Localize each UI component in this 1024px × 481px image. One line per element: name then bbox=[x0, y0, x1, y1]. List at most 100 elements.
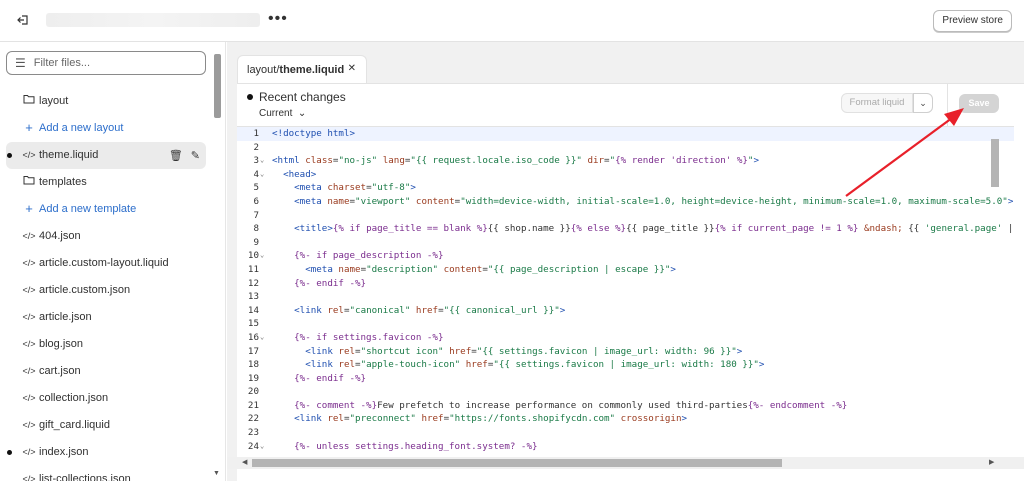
tree-item-label: layout bbox=[39, 95, 69, 107]
code-text: {%- endif -%} bbox=[294, 277, 367, 289]
line-number: 4 bbox=[253, 168, 259, 180]
save-button[interactable]: Save bbox=[959, 94, 999, 113]
code-line[interactable]: 21 {%- comment -%}Few prefetch to increa… bbox=[237, 399, 1014, 413]
sidebar-scrollbar-thumb[interactable] bbox=[214, 54, 221, 118]
exit-icon[interactable] bbox=[14, 11, 32, 29]
close-tab-icon[interactable]: ✕ bbox=[348, 63, 356, 74]
fold-chevron-icon[interactable]: ⌄ bbox=[260, 249, 264, 263]
code-file-icon: </> bbox=[22, 150, 36, 160]
filter-files-input[interactable]: ☰ Filter files... bbox=[6, 51, 206, 75]
code-line[interactable]: 11 <meta name="description" content="{{ … bbox=[237, 263, 1014, 277]
fold-chevron-icon[interactable]: ⌄ bbox=[260, 154, 264, 168]
code-line[interactable]: 13 bbox=[237, 290, 1014, 304]
code-line[interactable]: 5 <meta charset="utf-8"> bbox=[237, 181, 1014, 195]
line-number: 2 bbox=[253, 141, 259, 153]
editor-panel: Recent changes Current ⌄ Format liquid ⌄… bbox=[237, 83, 1024, 481]
fold-chevron-icon[interactable]: ⌄ bbox=[260, 440, 264, 454]
format-options-chevron-icon[interactable]: ⌄ bbox=[913, 93, 933, 113]
code-line[interactable]: 2 bbox=[237, 141, 1014, 155]
file-item[interactable]: </> gift_card.liquid bbox=[0, 412, 210, 439]
file-item[interactable]: </> blog.json bbox=[0, 331, 210, 358]
code-line[interactable]: 20 bbox=[237, 385, 1014, 399]
preview-store-button[interactable]: Preview store bbox=[933, 10, 1012, 32]
unsaved-dot-icon bbox=[247, 94, 253, 100]
code-line[interactable]: 17 <link rel="shortcut icon" href="{{ se… bbox=[237, 345, 1014, 359]
sidebar-scrollbar[interactable]: ▼ bbox=[213, 54, 221, 481]
file-item[interactable]: </> 404.json bbox=[0, 223, 210, 250]
line-number: 9 bbox=[253, 236, 259, 248]
version-select[interactable]: Current ⌄ bbox=[259, 108, 306, 119]
delete-icon[interactable]: 🗑 bbox=[169, 149, 183, 162]
file-item[interactable]: </> index.json bbox=[0, 439, 210, 466]
recent-changes: Recent changes bbox=[247, 90, 346, 104]
format-liquid-button[interactable]: Format liquid bbox=[841, 93, 913, 113]
add-item-link[interactable]: + Add a new layout bbox=[0, 115, 210, 142]
code-line[interactable]: 14 <link rel="canonical" href="{{ canoni… bbox=[237, 304, 1014, 318]
code-line[interactable]: 8 <title>{% if page_title == blank %}{{ … bbox=[237, 222, 1014, 236]
scroll-left-icon[interactable]: ◀ bbox=[242, 458, 247, 466]
folder-item[interactable]: templates bbox=[0, 169, 210, 196]
file-item[interactable]: </> collection.json bbox=[0, 385, 210, 412]
editor-horizontal-scrollbar-thumb[interactable] bbox=[252, 459, 782, 467]
code-file-icon: </> bbox=[22, 339, 36, 349]
code-file-icon: </> bbox=[22, 231, 36, 241]
code-line[interactable]: 15 bbox=[237, 317, 1014, 331]
file-item[interactable]: </> article.custom.json bbox=[0, 277, 210, 304]
folder-item[interactable]: layout bbox=[0, 88, 210, 115]
top-bar: ••• Preview store bbox=[0, 0, 1024, 42]
code-line[interactable]: 18 <link rel="apple-touch-icon" href="{{… bbox=[237, 358, 1014, 372]
code-line[interactable]: 7 bbox=[237, 209, 1014, 223]
code-line[interactable]: 24 ⌄ {%- unless settings.heading_font.sys… bbox=[237, 440, 1014, 454]
add-item-link[interactable]: + Add a new template bbox=[0, 196, 210, 223]
code-text: {%- comment -%}Few prefetch to increase … bbox=[294, 399, 848, 411]
tab-theme-liquid[interactable]: layout/theme.liquid ✕ bbox=[237, 55, 367, 83]
code-line[interactable]: 16 ⌄ {%- if settings.favicon -%} bbox=[237, 331, 1014, 345]
code-line[interactable]: 4 ⌄ <head> bbox=[237, 168, 1014, 182]
file-tree: layout + Add a new layout </> theme.liquid 🗑 ✎… bbox=[0, 88, 210, 481]
tree-item-label: blog.json bbox=[39, 338, 84, 350]
modified-dot-icon bbox=[7, 450, 12, 455]
file-item[interactable]: </> article.custom-layout.liquid bbox=[0, 250, 210, 277]
fold-chevron-icon[interactable]: ⌄ bbox=[260, 331, 264, 345]
filter-icon: ☰ bbox=[15, 56, 26, 70]
code-line[interactable]: 1 <!doctype html> bbox=[237, 127, 1014, 141]
toolbar-divider bbox=[947, 84, 948, 126]
code-line[interactable]: 22 <link rel="preconnect" href="https://… bbox=[237, 412, 1014, 426]
fold-chevron-icon[interactable]: ⌄ bbox=[260, 168, 264, 182]
editor-horizontal-scrollbar[interactable]: ◀ ▶ bbox=[227, 457, 1024, 469]
rename-pencil-icon[interactable]: ✎ bbox=[191, 149, 200, 162]
more-actions-icon[interactable]: ••• bbox=[268, 10, 288, 28]
code-text: <meta name="description" content="{{ pag… bbox=[305, 263, 676, 275]
file-item[interactable]: </> cart.json bbox=[0, 358, 210, 385]
code-line[interactable]: 10 ⌄ {%- if page_description -%} bbox=[237, 249, 1014, 263]
tab-dir: layout/ bbox=[247, 63, 280, 76]
code-line[interactable]: 19 {%- endif -%} bbox=[237, 372, 1014, 386]
tree-item-label: gift_card.liquid bbox=[39, 419, 110, 431]
file-sidebar: ☰ Filter files... layout + Add a new layou… bbox=[0, 42, 226, 481]
code-line[interactable]: 3 ⌄ <html class="no-js" lang="{{ request.l… bbox=[237, 154, 1014, 168]
folder-icon bbox=[22, 94, 36, 107]
line-number: 11 bbox=[247, 263, 259, 275]
code-line[interactable]: 12 {%- endif -%} bbox=[237, 277, 1014, 291]
code-file-icon: </> bbox=[22, 447, 36, 457]
tab-file: theme.liquid bbox=[279, 63, 345, 76]
editor-vertical-scrollbar-thumb[interactable] bbox=[991, 139, 999, 187]
code-text: <link rel="preconnect" href="https://fon… bbox=[294, 413, 688, 425]
line-number: 18 bbox=[247, 359, 259, 371]
file-item[interactable]: </> theme.liquid 🗑 ✎ bbox=[6, 142, 206, 169]
code-text: <title>{% if page_title == blank %}{{ sh… bbox=[294, 223, 1014, 235]
file-item[interactable]: </> list-collections.json bbox=[0, 466, 210, 481]
code-line[interactable]: 9 bbox=[237, 236, 1014, 250]
tree-item-label: templates bbox=[39, 176, 87, 188]
editor-vertical-scrollbar[interactable] bbox=[990, 139, 1000, 479]
code-line[interactable]: 23 bbox=[237, 426, 1014, 440]
code-editor[interactable]: 1 <!doctype html> 2 3 ⌄ <html class="no-js" l… bbox=[237, 126, 1014, 466]
code-file-icon: </> bbox=[22, 285, 36, 295]
line-number: 14 bbox=[247, 304, 259, 316]
recent-changes-label: Recent changes bbox=[259, 90, 346, 104]
file-item[interactable]: </> article.json bbox=[0, 304, 210, 331]
scroll-down-icon[interactable]: ▼ bbox=[213, 470, 220, 477]
scroll-right-icon[interactable]: ▶ bbox=[989, 458, 994, 466]
code-line[interactable]: 6 <meta name="viewport" content="width=d… bbox=[237, 195, 1014, 209]
code-text: <meta name="viewport" content="width=dev… bbox=[294, 195, 1014, 207]
